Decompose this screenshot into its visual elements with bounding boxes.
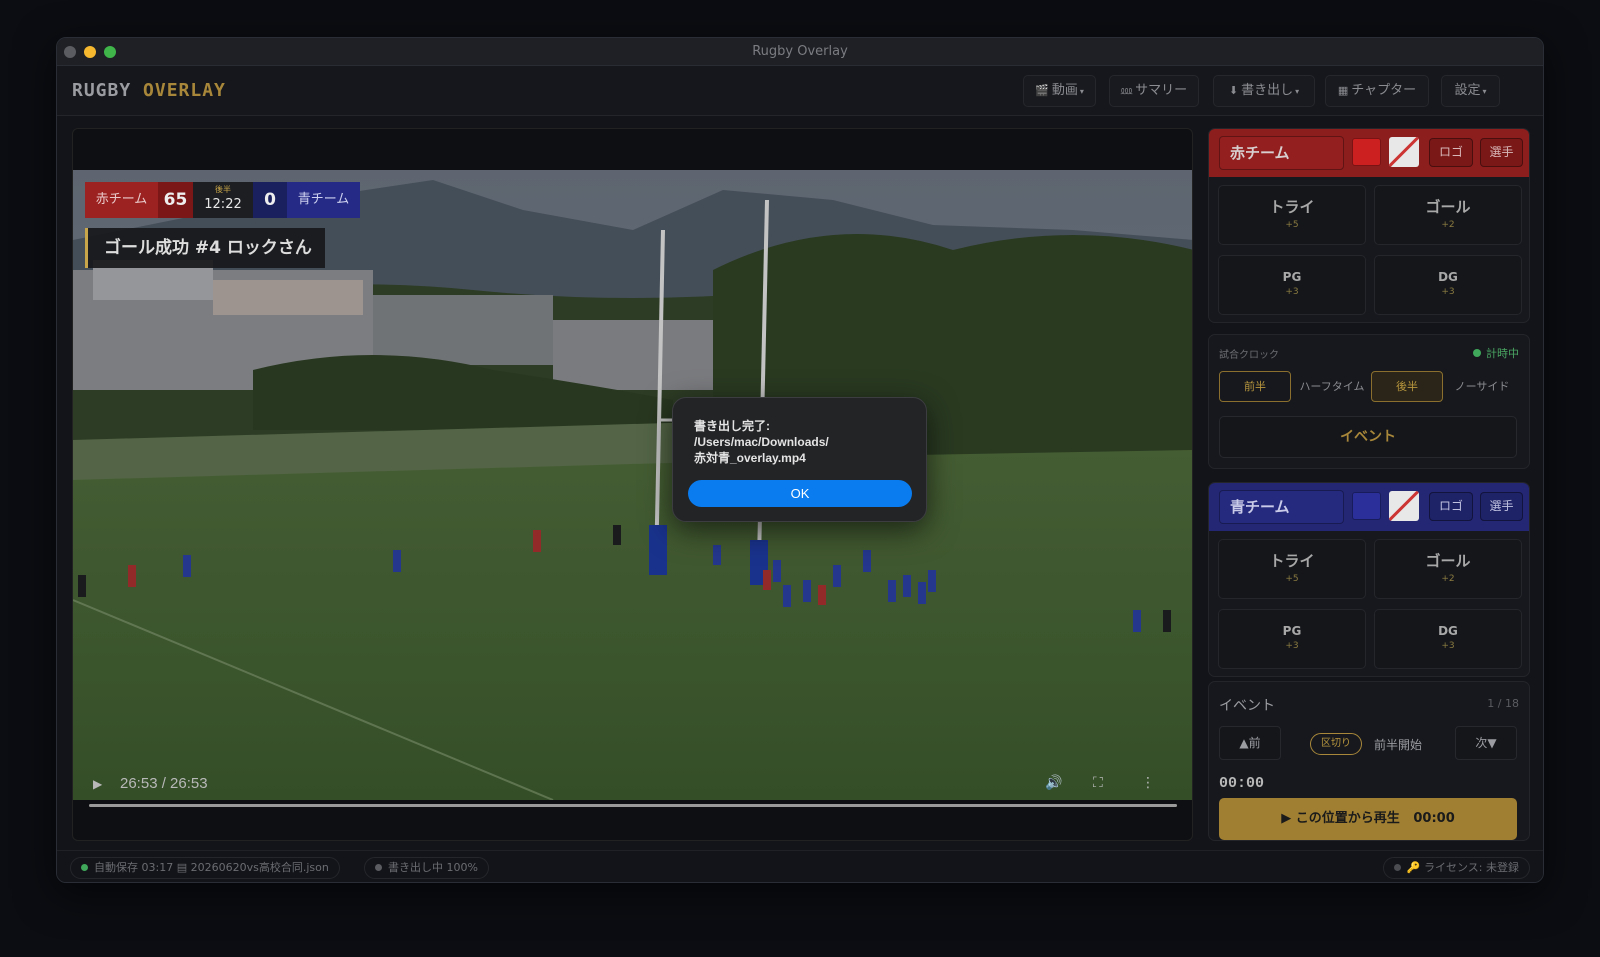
status-dot-icon: [81, 864, 88, 871]
blue-team-card: 青チーム ロゴ 選手 トライ +5 ゴール +2 PG +3 DG +3: [1208, 482, 1530, 677]
window-title: Rugby Overlay: [752, 44, 848, 59]
chapter-icon: ▦: [1337, 84, 1349, 97]
red-team-color-swatch[interactable]: [1352, 138, 1381, 166]
blue-try-button[interactable]: トライ +5: [1218, 539, 1366, 599]
next-event-button[interactable]: 次▼: [1455, 726, 1517, 760]
autosave-status: 自動保存 03:17 ▤ 20260620vs高校合同.json: [70, 857, 340, 879]
event-list-title: イベント: [1219, 698, 1275, 714]
red-pg-button[interactable]: PG +3: [1218, 255, 1366, 315]
clear-color-icon[interactable]: [1389, 491, 1419, 521]
seek-bar-fill: [89, 804, 1177, 807]
previous-event-button[interactable]: ▲前: [1219, 726, 1281, 760]
game-clock-card: 試合クロック 計時中 前半 ハーフタイム 後半 ノーサイド イベント: [1208, 334, 1530, 469]
goal-banner-overlay: ゴール成功 #4 ロックさん: [85, 228, 325, 268]
red-team-name-field[interactable]: 赤チーム: [1219, 136, 1344, 170]
overlay-red-score: 65: [158, 182, 193, 218]
app-logo: RUGBY OVERLAY: [72, 80, 226, 101]
status-bar: 自動保存 03:17 ▤ 20260620vs高校合同.json 書き出し中 1…: [57, 850, 1543, 882]
blue-team-header: 青チーム ロゴ 選手: [1209, 483, 1529, 531]
red-team-players-button[interactable]: 選手: [1480, 138, 1523, 167]
chevron-down-icon: ▾: [1482, 87, 1487, 96]
export-status: 書き出し中 100%: [364, 857, 489, 879]
dialog-message: 書き出し完了: /Users/mac/Downloads/ 赤対青_overla…: [694, 419, 829, 465]
status-dot-icon: [375, 864, 382, 871]
chevron-down-icon: ▾: [1295, 87, 1300, 96]
summary-icon: ⅏: [1120, 84, 1133, 97]
blue-team-players-button[interactable]: 選手: [1480, 492, 1523, 521]
blue-team-name-field[interactable]: 青チーム: [1219, 490, 1344, 524]
period-no-side-button[interactable]: ノーサイド: [1446, 371, 1518, 402]
volume-icon[interactable]: 🔊: [1045, 775, 1062, 791]
clock-status: 計時中: [1473, 345, 1519, 361]
blue-pg-button[interactable]: PG +3: [1218, 609, 1366, 669]
overlay-period: 後半: [215, 185, 231, 194]
clock-title: 試合クロック: [1219, 350, 1279, 361]
overlay-blue-score: 0: [253, 182, 287, 218]
overlay-red-team-name: 赤チーム: [85, 182, 158, 218]
overlay-clock-time: 12:22: [204, 197, 242, 212]
red-team-card: 赤チーム ロゴ 選手 トライ +5 ゴール +2 PG +3 DG +3: [1208, 128, 1530, 323]
status-dot-icon: [1393, 864, 1401, 871]
scoreboard-overlay: 赤チーム 65 後半 12:22 0 青チーム: [85, 182, 360, 218]
running-indicator-icon: [1473, 349, 1481, 357]
chapter-menu-button[interactable]: ▦ チャプター: [1325, 75, 1429, 107]
overlay-game-clock: 後半 12:22: [193, 182, 253, 218]
red-team-header: 赤チーム ロゴ 選手: [1209, 129, 1529, 177]
period-first-half-button[interactable]: 前半: [1219, 371, 1291, 402]
video-player[interactable]: 赤チーム 65 後半 12:22 0 青チーム ゴール成功 #4 ロックさん ▶…: [72, 128, 1193, 841]
red-dg-button[interactable]: DG +3: [1374, 255, 1522, 315]
export-menu-button[interactable]: ⬇ 書き出し ▾: [1213, 75, 1315, 107]
event-list-card: イベント 1 / 18 ▲前 区切り 前半開始 次▼ 00:00 ▶ この位置か…: [1208, 681, 1530, 841]
play-from-here-button[interactable]: ▶ この位置から再生 00:00: [1219, 798, 1517, 840]
clear-color-icon[interactable]: [1389, 137, 1419, 167]
download-icon: ⬇: [1228, 84, 1239, 97]
chevron-down-icon: ▾: [1079, 87, 1084, 96]
title-bar: Rugby Overlay: [57, 38, 1543, 66]
red-try-button[interactable]: トライ +5: [1218, 185, 1366, 245]
blue-dg-button[interactable]: DG +3: [1374, 609, 1522, 669]
event-time: 00:00: [1219, 775, 1265, 792]
export-complete-dialog: 書き出し完了: /Users/mac/Downloads/ 赤対青_overla…: [672, 397, 927, 522]
file-icon: ▤: [176, 861, 188, 874]
video-controls: ▶ 26:53 / 26:53 🔊 ⛶ ⋮: [73, 773, 1192, 799]
seek-bar[interactable]: [89, 804, 1177, 807]
event-label: 前半開始: [1374, 738, 1423, 752]
blue-team-logo-button[interactable]: ロゴ: [1429, 492, 1473, 521]
red-goal-button[interactable]: ゴール +2: [1374, 185, 1522, 245]
event-counter: 1 / 18: [1487, 697, 1519, 710]
event-type-badge: 区切り: [1310, 733, 1362, 755]
fullscreen-icon[interactable]: ⛶: [1093, 775, 1103, 791]
license-status[interactable]: 🔑 ライセンス: 未登録: [1382, 857, 1530, 879]
blue-goal-button[interactable]: ゴール +2: [1374, 539, 1522, 599]
add-event-button[interactable]: イベント: [1219, 416, 1517, 458]
video-frame[interactable]: 赤チーム 65 後半 12:22 0 青チーム ゴール成功 #4 ロックさん: [73, 170, 1192, 800]
more-options-icon[interactable]: ⋮: [1141, 775, 1155, 791]
dialog-ok-button[interactable]: OK: [688, 480, 912, 507]
play-icon[interactable]: ▶: [93, 777, 102, 791]
red-team-logo-button[interactable]: ロゴ: [1429, 138, 1473, 167]
playback-time: 26:53 / 26:53: [120, 775, 208, 792]
project-file-name[interactable]: 20260620vs高校合同.json: [191, 861, 329, 874]
video-menu-button[interactable]: 🎬 動画 ▾: [1023, 75, 1096, 107]
summary-menu-button[interactable]: ⅏ サマリー: [1109, 75, 1199, 107]
period-second-half-button[interactable]: 後半: [1371, 371, 1443, 402]
film-icon: 🎬: [1035, 84, 1049, 97]
blue-team-color-swatch[interactable]: [1352, 492, 1381, 520]
period-half-time-button[interactable]: ハーフタイム: [1296, 371, 1368, 402]
overlay-blue-team-name: 青チーム: [287, 182, 360, 218]
settings-menu-button[interactable]: 設定 ▾: [1441, 75, 1500, 107]
app-toolbar: RUGBY OVERLAY 🎬 動画 ▾ ⅏ サマリー ⬇ 書き出し ▾ ▦ チャプター 設…: [57, 66, 1543, 116]
